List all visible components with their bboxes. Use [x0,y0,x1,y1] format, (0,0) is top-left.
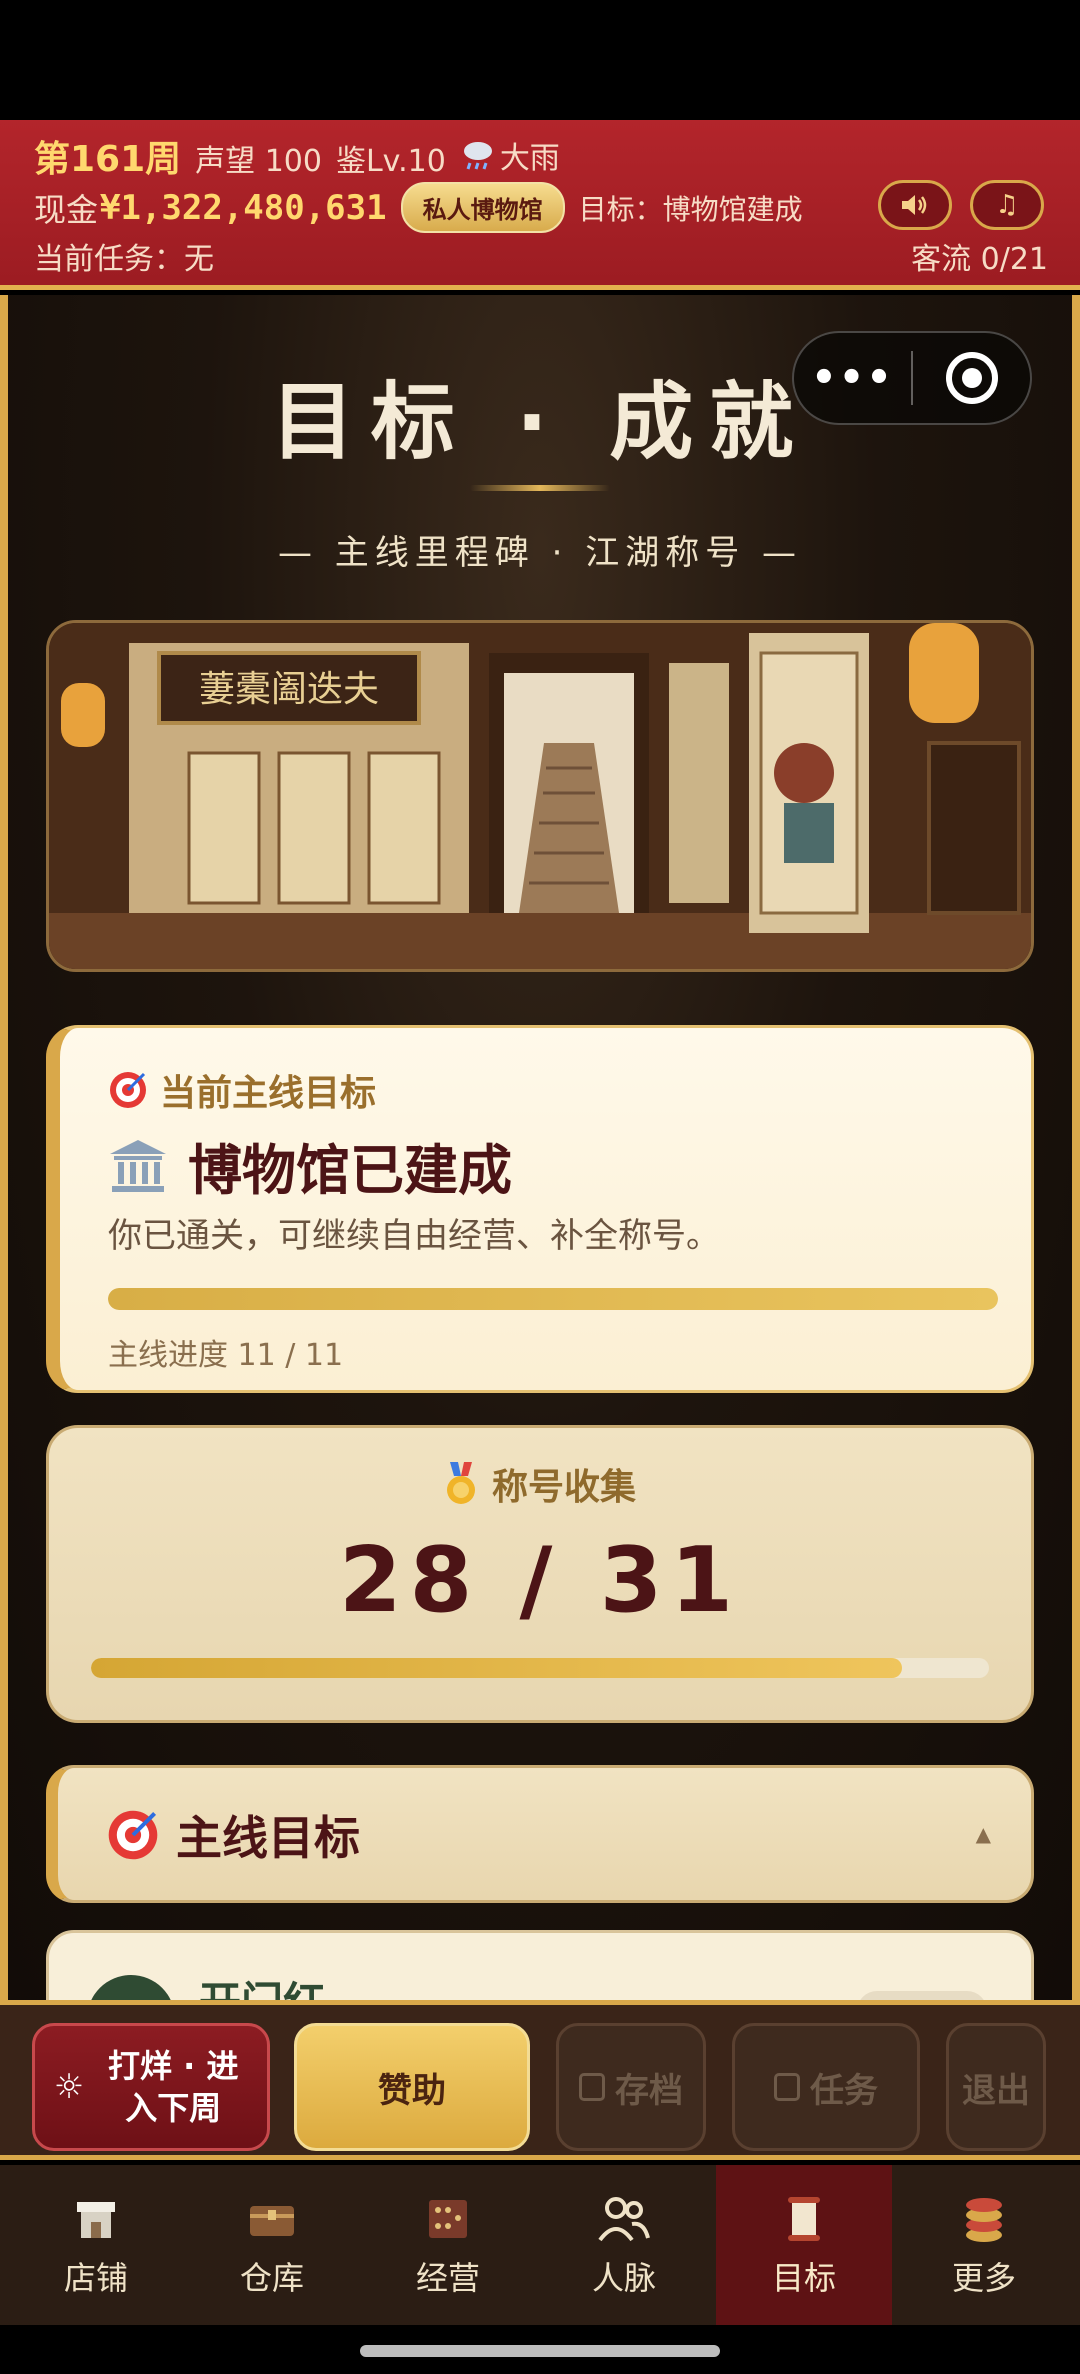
more-menu-button[interactable]: ••• [794,355,911,401]
main-goals-section-toggle[interactable]: 主线目标 ▲ [46,1765,1034,1903]
abacus-icon [420,2191,476,2247]
rain-cloud-icon [463,142,492,170]
main-goals-heading: 主线目标 [106,1802,360,1868]
visitor-flow: 客流 0/21 [911,242,1048,277]
main-goals-heading-text: 主线目标 [176,1811,360,1865]
bottom-tab-bar: 店铺 仓库 经营 人脉 目标 更多 [0,2165,1080,2325]
tasks-button[interactable]: 任务 [732,2023,920,2151]
svg-text:萋橐阖迭夫: 萋橐阖迭夫 [199,669,379,710]
medal-icon [446,1462,475,1504]
speaker-icon [902,195,927,215]
milestone-item[interactable]: 开门红 [46,1930,1034,2000]
sun-icon: ☼ [53,2067,85,2107]
weather: 大雨 [460,133,560,177]
status-bar [0,0,1080,120]
tab-label: 经营 [415,2259,480,2297]
museum-hall-illustration: 萋橐阖迭夫 [46,620,1034,972]
tab-label: 仓库 [239,2259,304,2297]
milestone-status-tag [857,1991,987,2000]
title-collection-label: 称号收集 [49,1458,1031,1510]
music-note-icon: ♫ [995,190,1019,220]
milestone-title: 开门红 [199,1969,325,2000]
tab-more[interactable]: 更多 [896,2165,1072,2325]
warehouse-chest-icon [244,2191,300,2247]
title-collection-count: 28 / 31 [338,1528,742,1633]
coin-stack-icon [956,2191,1012,2247]
exit-button[interactable]: 退出 [946,2023,1046,2151]
save-button[interactable]: 存档 [556,2023,706,2151]
task-square-icon [774,2073,800,2101]
current-goal-title-text: 博物馆已建成 [188,1139,512,1202]
save-label: 存档 [615,2070,683,2111]
tab-goals[interactable]: 目标 [716,2165,892,2325]
main-scroll-area[interactable]: 目标 · 成就 — 主线里程碑 · 江湖称号 — ••• 萋橐阖迭夫 当前主线目… [0,295,1080,2000]
shop-icon [68,2191,124,2247]
close-miniprogram-button[interactable] [913,352,1030,404]
weather-label: 大雨 [499,141,560,176]
page-subtitle: — 主线里程碑 · 江湖称号 — [277,533,803,573]
tab-shop[interactable]: 店铺 [8,2165,184,2325]
main-progress-text: 主线进度 11 / 11 [108,1338,344,1373]
home-indicator-area [0,2325,1080,2374]
tab-network[interactable]: 人脉 [536,2165,712,2325]
next-week-label: 打烊 · 进入下周 [108,2047,239,2127]
current-goal-description: 你已通关，可继续自由经营、补全称号。 [108,1216,720,1256]
cash-value: ¥1,322,480,631 [100,187,387,228]
title-divider [470,485,610,491]
scroll-icon [776,2191,832,2247]
title-collection-progress-bar [91,1658,989,1678]
tab-label: 目标 [771,2259,836,2297]
tab-label: 更多 [951,2259,1016,2297]
main-progress-bar [108,1288,998,1310]
current-task: 当前任务：无 [34,242,214,277]
week-counter: 第161周 [34,139,182,180]
collapse-caret-icon[interactable]: ▲ [976,1822,991,1846]
next-week-button[interactable]: ☼ 打烊 · 进入下周 [32,2023,270,2151]
title-collection-card: 称号收集 28 / 31 [46,1425,1034,1723]
current-goal-label-text: 当前主线目标 [160,1073,377,1114]
current-goal-title: 博物馆已建成 [108,1126,512,1205]
cash-label: 现金 [34,190,99,229]
header-goal: 目标：博物馆建成 [578,192,803,226]
title-collection-label-text: 称号收集 [491,1467,636,1508]
current-goal-label: 当前主线目标 [108,1064,376,1116]
tab-label: 人脉 [591,2259,656,2297]
target-icon [108,1810,158,1860]
floppy-disk-icon [579,2073,605,2101]
sound-button[interactable] [878,180,952,230]
sponsor-button[interactable]: 赞助 [294,2023,530,2151]
museum-hall-scene: 萋橐阖迭夫 [49,623,1031,969]
tab-label: 店铺 [63,2259,128,2297]
tab-operations[interactable]: 经营 [360,2165,536,2325]
people-icon [596,2191,652,2247]
current-main-goal-card: 当前主线目标 博物馆已建成 你已通关，可继续自由经营、补全称号。 主线进度 11… [46,1025,1034,1393]
museum-badge[interactable]: 私人博物馆 [400,182,565,233]
home-indicator[interactable] [360,2345,720,2357]
action-bar: ☼ 打烊 · 进入下周 赞助 存档 任务 退出 [0,2000,1080,2160]
record-circle-icon [945,352,998,404]
game-header: 第161周 声望 100 鉴Lv.10 大雨 现金 ¥1,322,480,631… [0,120,1080,290]
reputation: 声望 100 [195,144,322,179]
title-collection-progress-fill [91,1658,903,1678]
main-progress-fill [108,1288,998,1310]
target-icon [110,1072,146,1108]
music-button[interactable]: ♫ [970,180,1044,230]
miniprogram-capsule: ••• [792,331,1032,425]
tab-warehouse[interactable]: 仓库 [184,2165,360,2325]
milestone-badge-icon [87,1975,175,2000]
appraisal-level: 鉴Lv.10 [335,144,446,179]
tasks-label: 任务 [810,2070,878,2111]
museum-icon [110,1139,166,1192]
